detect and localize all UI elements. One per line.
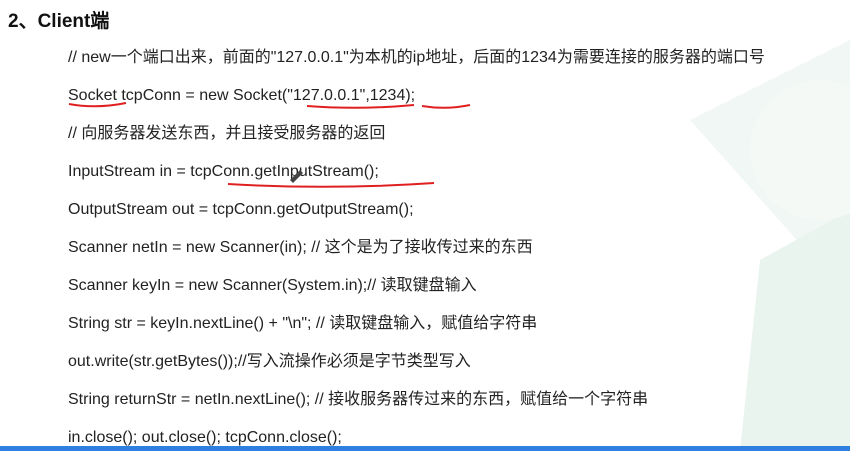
code-line-5: OutputStream out = tcpConn.getOutputStre…	[68, 201, 414, 218]
code-line-8: String str = keyIn.nextLine() + "\n"; //…	[68, 315, 538, 332]
code-line-11: in.close(); out.close(); tcpConn.close()…	[68, 429, 342, 446]
code-line-4: InputStream in = tcpConn.getInputStream(…	[68, 163, 379, 180]
code-line-3: // 向服务器发送东西，并且接受服务器的返回	[68, 125, 386, 142]
code-line-6: Scanner netIn = new Scanner(in); // 这个是为…	[68, 239, 533, 256]
underline-getinputstream	[227, 182, 435, 188]
code-line-1: // new一个端口出来，前面的"127.0.0.1"为本机的ip地址，后面的1…	[68, 49, 765, 66]
code-line-10: String returnStr = netIn.nextLine(); // …	[68, 391, 649, 408]
code-line-9: out.write(str.getBytes());//写入流操作必须是字节类型…	[68, 353, 471, 370]
bottom-accent-bar	[0, 446, 850, 451]
code-line-7: Scanner keyIn = new Scanner(System.in);/…	[68, 277, 477, 294]
code-line-2: Socket tcpConn = new Socket("127.0.0.1",…	[68, 87, 416, 104]
section-heading: 2、Client端	[8, 11, 110, 32]
underline-port	[421, 104, 471, 109]
